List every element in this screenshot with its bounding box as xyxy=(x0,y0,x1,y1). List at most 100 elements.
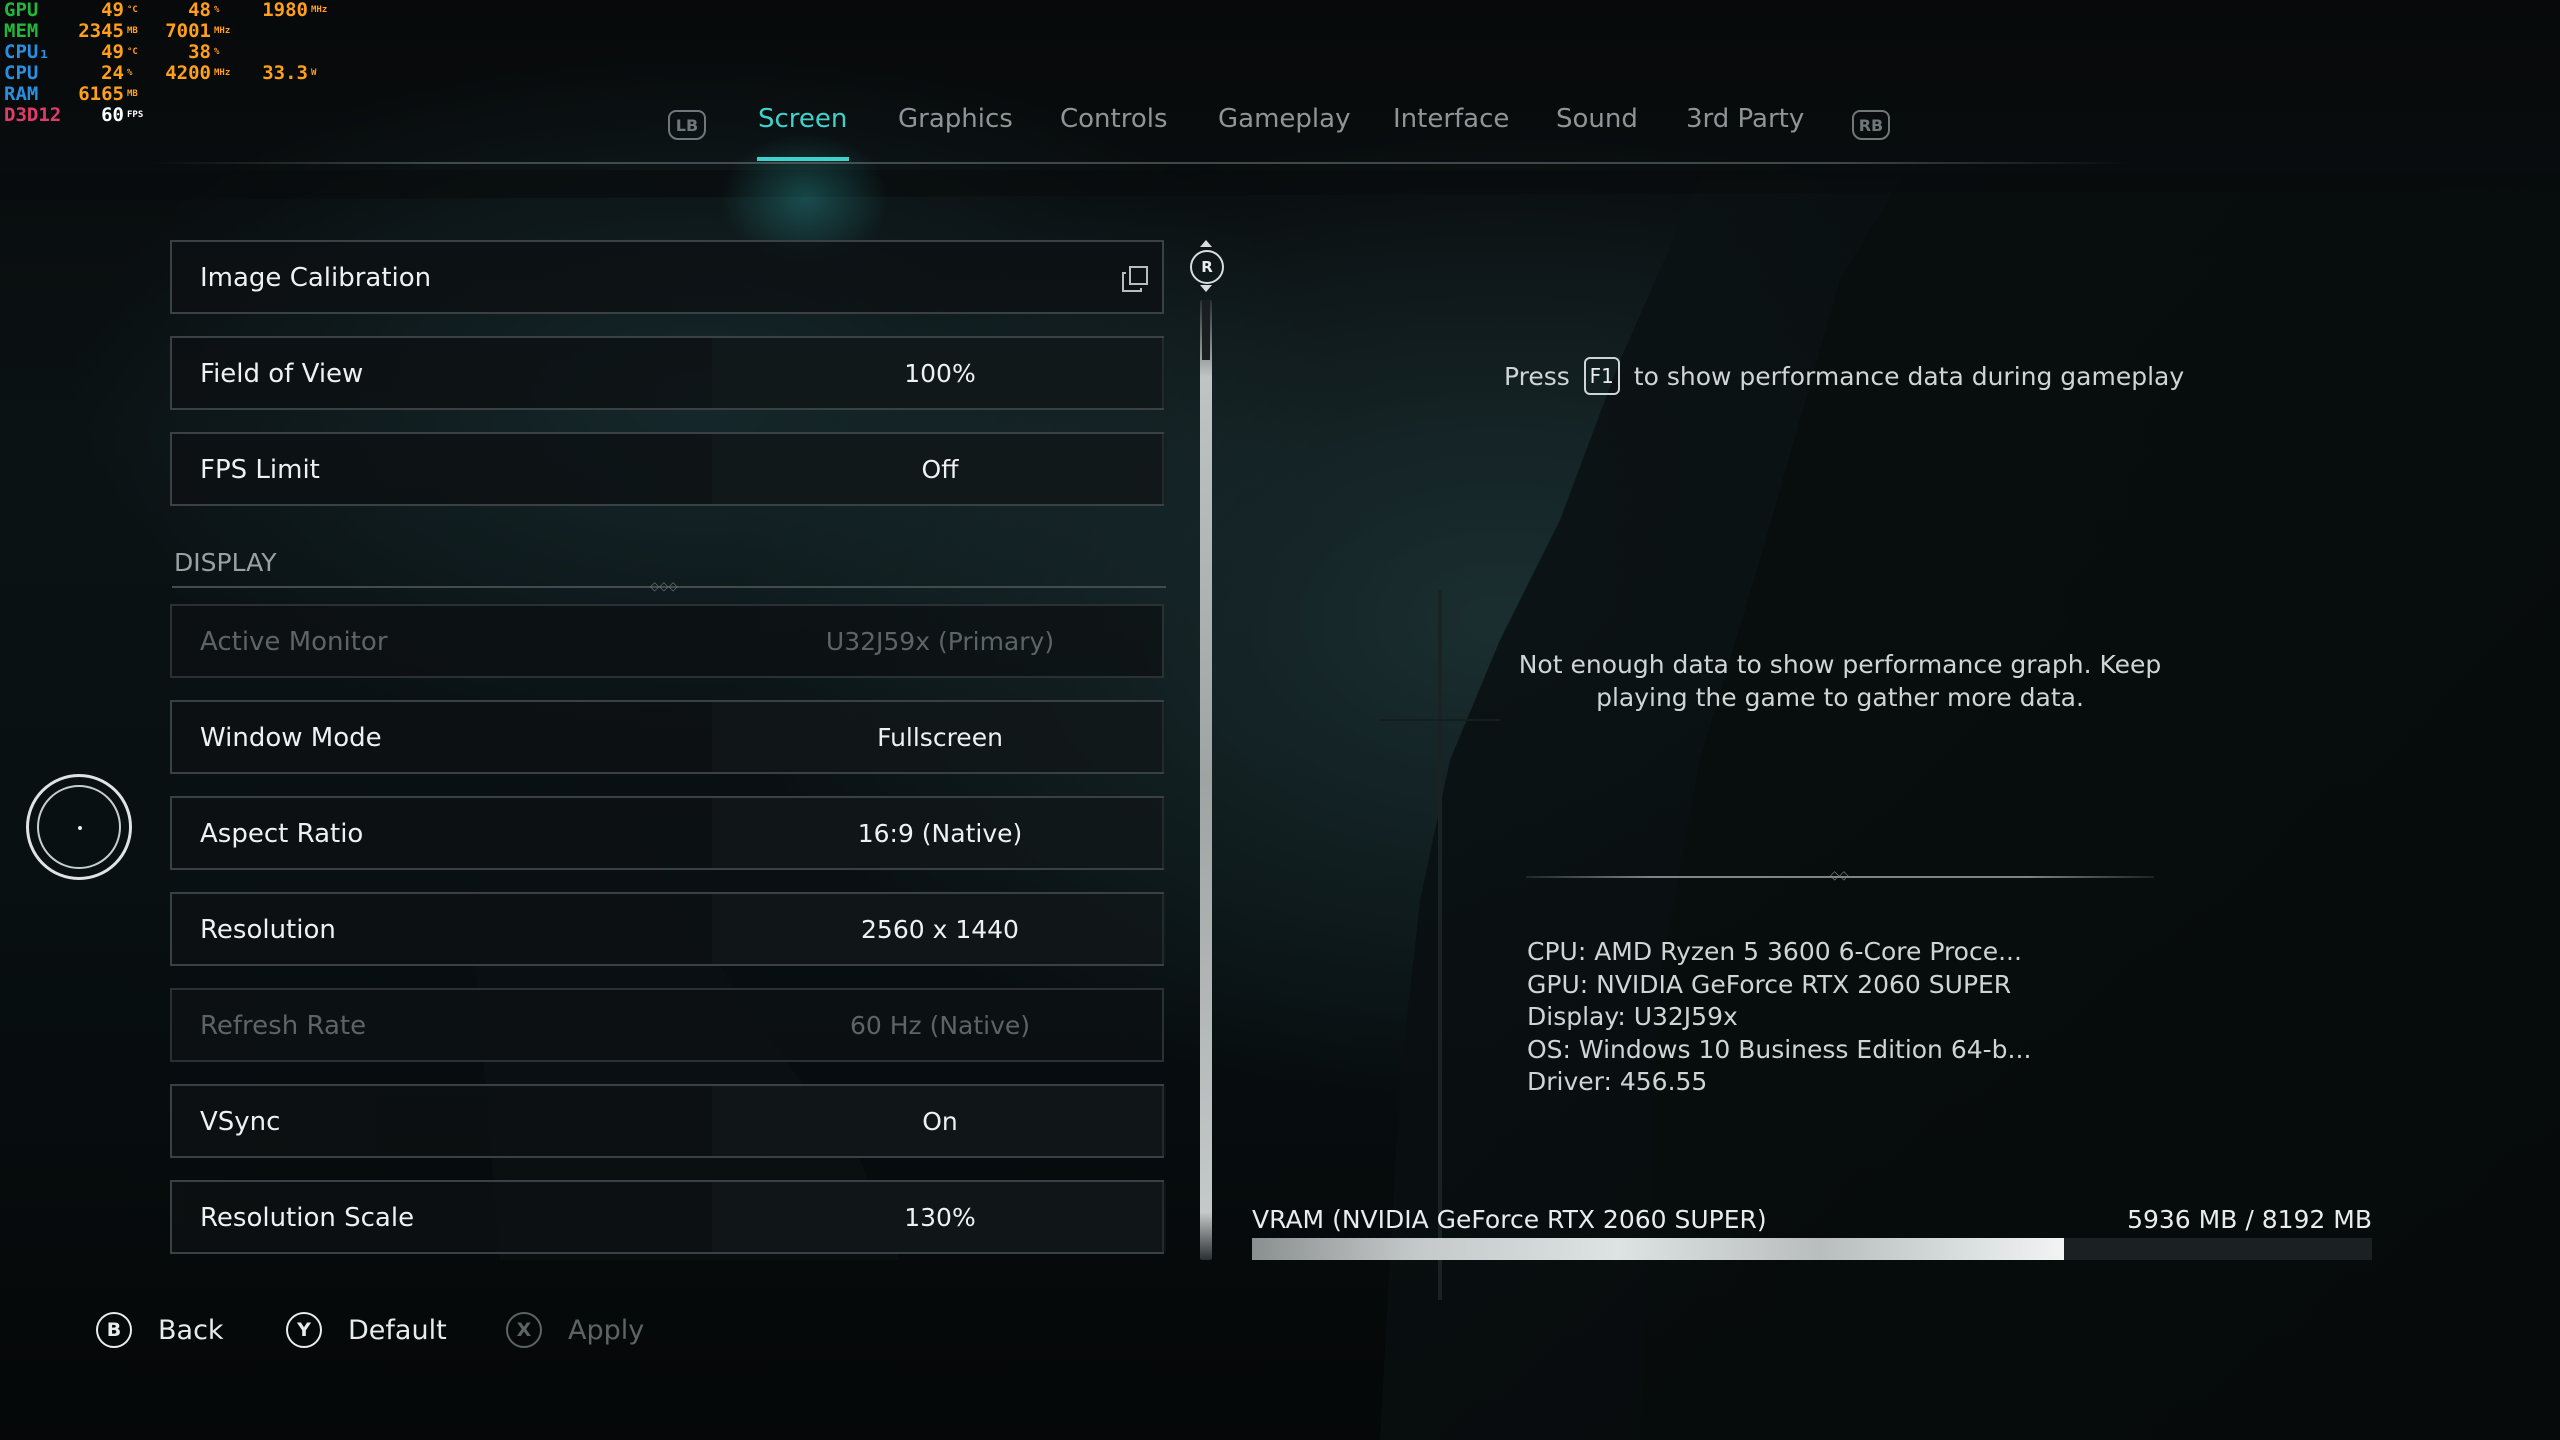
tab-interface[interactable]: Interface xyxy=(1393,104,1509,134)
hud-label: CPU xyxy=(4,62,39,84)
scroll-up-arrow-icon xyxy=(1200,240,1212,247)
divider-ornament-icon: ◇◇◇ xyxy=(650,579,678,593)
setting-field-of-view[interactable]: Field of View 100% xyxy=(170,336,1166,410)
setting-label: Image Calibration xyxy=(200,263,432,293)
setting-resolution[interactable]: Resolution 2560 x 1440 xyxy=(170,892,1166,966)
setting-label: Window Mode xyxy=(200,723,382,753)
setting-label: Aspect Ratio xyxy=(200,819,364,849)
y-button-icon: Y xyxy=(286,1312,322,1348)
setting-resolution-scale[interactable]: Resolution Scale 130% xyxy=(170,1180,1166,1254)
hud-row-ram: RAM 6165 MB xyxy=(4,84,335,105)
hud-row-cpu-temp: CPU₁ 49 °C 38% xyxy=(4,42,335,63)
b-button-icon: B xyxy=(96,1312,132,1348)
tab-gameplay[interactable]: Gameplay xyxy=(1218,104,1350,134)
tab-screen[interactable]: Screen xyxy=(758,104,847,134)
setting-label: Resolution Scale xyxy=(200,1203,415,1233)
setting-active-monitor: Active Monitor U32J59x (Primary) xyxy=(170,604,1164,678)
hud-row-gpu: GPU 49 °C 48% 1980 MHz xyxy=(4,0,335,21)
setting-value: 60 Hz (Native) xyxy=(849,1011,1031,1040)
game-settings-screen: GPU 49 °C 48% 1980 MHz MEM 2345 MB 7001 MHz … xyxy=(0,0,2560,1440)
setting-label: Resolution xyxy=(200,915,336,945)
settings-tab-bar: LB Screen Graphics Controls Gameplay Int… xyxy=(0,104,2560,264)
hud-unit: W xyxy=(311,68,317,78)
setting-label: VSync xyxy=(200,1107,281,1137)
section-title-display: DISPLAY xyxy=(174,548,277,577)
hint-prefix: Press xyxy=(1504,361,1570,391)
setting-label: Refresh Rate xyxy=(200,1011,367,1041)
divider-ornament-icon: ◇◇ xyxy=(1830,868,1849,882)
setting-label: Field of View xyxy=(200,359,364,389)
hud-value: 38 xyxy=(188,41,211,63)
setting-value: Off xyxy=(921,455,959,484)
tab-3rd-party[interactable]: 3rd Party xyxy=(1686,104,1804,134)
hud-value: 49 xyxy=(101,0,124,21)
right-stick-icon[interactable]: R xyxy=(1190,250,1224,284)
setting-value: U32J59x (Primary) xyxy=(825,627,1055,656)
hud-label: RAM xyxy=(4,83,39,105)
hud-row-cpu: CPU 24% 4200 MHz 33.3 W xyxy=(4,63,335,84)
apply-button: X Apply xyxy=(506,1312,644,1348)
hud-row-mem: MEM 2345 MB 7001 MHz xyxy=(4,21,335,42)
hud-label: GPU xyxy=(4,0,39,21)
setting-label: FPS Limit xyxy=(200,455,320,485)
tab-controls[interactable]: Controls xyxy=(1060,104,1168,134)
hud-value: 49 xyxy=(101,41,124,63)
rb-bumper-icon[interactable]: RB xyxy=(1852,110,1890,140)
setting-image-calibration[interactable]: Image Calibration xyxy=(170,240,1164,314)
os-info: OS: Windows 10 Business Edition 64-b... xyxy=(1527,1034,2032,1064)
cursor-reticle-icon xyxy=(26,774,132,880)
display-info: Display: U32J59x xyxy=(1527,1002,1738,1031)
tab-sound[interactable]: Sound xyxy=(1556,104,1638,134)
hud-unit: MHz xyxy=(214,26,231,36)
setting-value: 2560 x 1440 xyxy=(861,915,1019,944)
setting-value: 130% xyxy=(904,1203,976,1232)
hud-unit: MB xyxy=(127,89,138,99)
vram-usage-bar xyxy=(1252,1238,2372,1260)
apply-label: Apply xyxy=(568,1314,645,1346)
setting-value: 100% xyxy=(904,359,976,388)
back-button[interactable]: B Back xyxy=(96,1312,224,1348)
hud-unit: % xyxy=(214,5,220,15)
hud-unit: % xyxy=(127,68,133,78)
scrollbar-thumb-gap xyxy=(1202,300,1210,360)
hud-value: 1980 xyxy=(262,0,308,21)
hud-value: 24 xyxy=(101,62,124,84)
vram-value: 5936 MB / 8192 MB xyxy=(2127,1205,2372,1234)
hud-unit: % xyxy=(214,47,220,57)
hud-unit: °C xyxy=(127,47,138,57)
setting-value: On xyxy=(922,1107,958,1136)
scroll-down-arrow-icon xyxy=(1200,285,1212,292)
default-label: Default xyxy=(348,1314,447,1346)
f1-key-icon: F1 xyxy=(1583,357,1620,395)
hud-label: MEM xyxy=(4,20,39,42)
active-tab-indicator xyxy=(757,157,849,161)
vram-label: VRAM (NVIDIA GeForce RTX 2060 SUPER) xyxy=(1252,1205,1767,1234)
back-label: Back xyxy=(158,1314,224,1346)
hud-unit: °C xyxy=(127,5,138,15)
setting-value: 16:9 (Native) xyxy=(857,819,1023,848)
setting-value: Fullscreen xyxy=(877,723,1003,752)
setting-window-mode[interactable]: Window Mode Fullscreen xyxy=(170,700,1166,774)
lb-bumper-icon[interactable]: LB xyxy=(668,110,706,140)
setting-aspect-ratio[interactable]: Aspect Ratio 16:9 (Native) xyxy=(170,796,1166,870)
hint-suffix: to show performance data during gameplay xyxy=(1633,361,2185,391)
system-info: CPU: AMD Ryzen 5 3600 6-Core Proce... GP… xyxy=(1527,936,2031,1099)
tab-bar-divider xyxy=(150,162,2130,164)
setting-vsync[interactable]: VSync On xyxy=(170,1084,1166,1158)
open-window-icon xyxy=(1122,266,1148,292)
performance-graph-message: Not enough data to show performance grap… xyxy=(1518,650,2162,712)
setting-label: Active Monitor xyxy=(200,627,388,657)
hud-unit: MHz xyxy=(214,68,231,78)
setting-fps-limit[interactable]: FPS Limit Off xyxy=(170,432,1166,506)
hud-label: CPU₁ xyxy=(4,41,50,63)
tab-graphics[interactable]: Graphics xyxy=(898,104,1013,134)
default-button[interactable]: Y Default xyxy=(286,1312,447,1348)
settings-scrollbar[interactable] xyxy=(1200,300,1212,1260)
hud-value: 4200 xyxy=(165,62,211,84)
setting-refresh-rate: Refresh Rate 60 Hz (Native) xyxy=(170,988,1164,1062)
hud-value: 33.3 xyxy=(262,62,308,84)
hud-value: 6165 xyxy=(78,83,124,105)
hud-value: 48 xyxy=(188,0,211,21)
reticle-center-dot xyxy=(78,826,82,830)
hud-value: 7001 xyxy=(165,20,211,42)
